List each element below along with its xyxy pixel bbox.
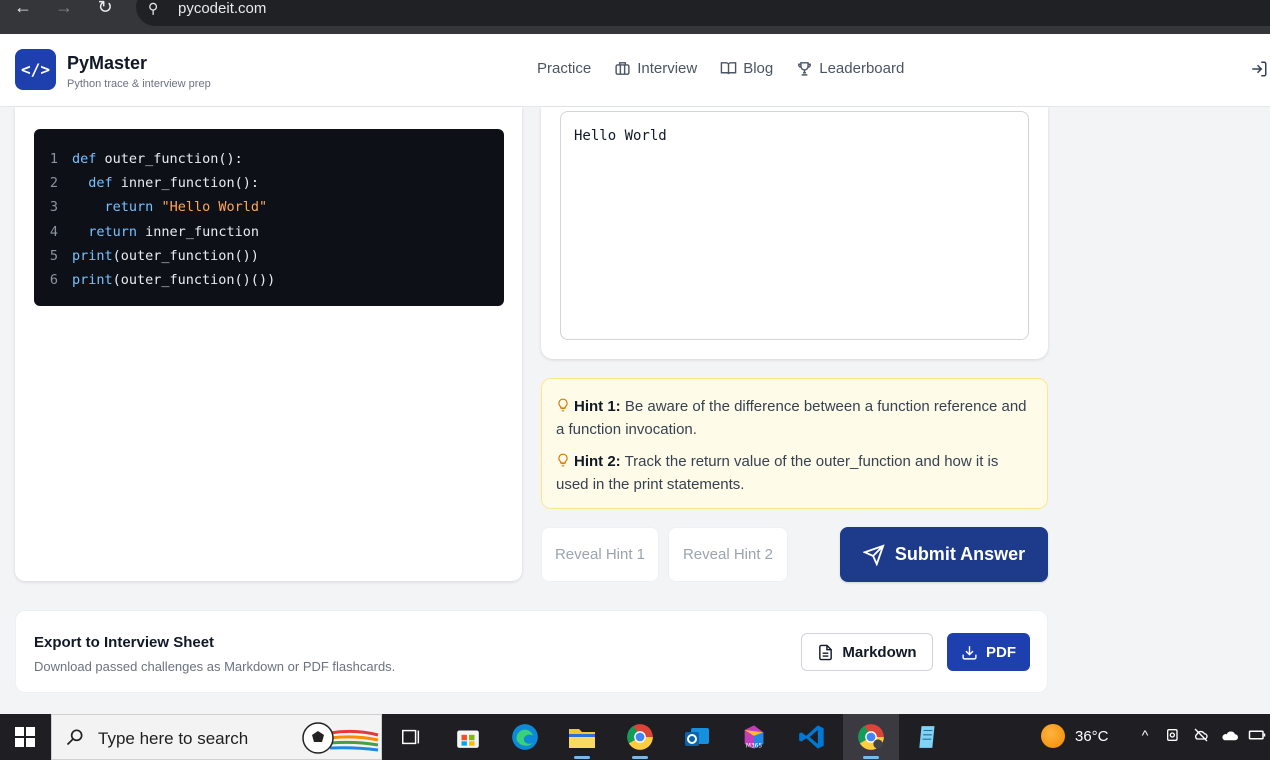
search-placeholder: Type here to search <box>98 729 249 748</box>
line-number: 1 <box>49 151 58 167</box>
site-settings-icon[interactable]: ⚲ <box>148 0 158 17</box>
notepad-icon[interactable] <box>912 721 944 753</box>
cloud-off-icon[interactable] <box>1192 726 1210 744</box>
trophy-icon <box>798 62 812 76</box>
search-icon <box>66 729 83 746</box>
meet-now-icon[interactable] <box>1164 726 1182 744</box>
reveal-hint-2-button[interactable]: Reveal Hint 2 <box>668 527 788 582</box>
vscode-icon[interactable] <box>796 721 828 753</box>
nav-item-leaderboard[interactable]: Leaderboard <box>796 60 904 77</box>
onedrive-icon[interactable] <box>1220 726 1238 744</box>
code-line-text: return "Hello World" <box>104 199 268 216</box>
export-card: Export to Interview Sheet Download passe… <box>15 610 1048 693</box>
file-explorer-icon[interactable] <box>566 721 598 759</box>
nav-item-label: Practice <box>537 60 592 77</box>
arrow-right-icon[interactable]: → <box>51 0 77 20</box>
export-markdown-button[interactable]: Markdown <box>801 633 933 671</box>
svg-text:M365: M365 <box>746 744 762 750</box>
export-subtitle: Download passed challenges as Markdown o… <box>34 659 396 674</box>
pdf-label: PDF <box>986 643 1016 661</box>
line-number: 5 <box>49 247 58 264</box>
code-line-text: print(outer_function()) <box>72 247 259 264</box>
weather-widget[interactable]: 36°C <box>1041 724 1109 748</box>
task-view-icon[interactable] <box>395 721 427 753</box>
code-card: 1 def outer_function(): 2 def inner_func… <box>15 107 522 581</box>
nav-item-blog[interactable]: Blog <box>720 60 773 77</box>
line-number: 6 <box>49 271 58 288</box>
download-icon <box>962 645 977 660</box>
code-line: 4 return inner_function <box>34 220 504 244</box>
code-line-text: print(outer_function()()) <box>72 271 276 288</box>
send-icon <box>862 543 885 566</box>
line-number: 4 <box>49 223 58 240</box>
code-line: 2 def inner_function(): <box>34 171 504 195</box>
windows-taskbar: Type here to search M365 36°C ^ <box>0 714 1270 760</box>
hints-panel: Hint 1: Be aware of the difference betwe… <box>541 378 1048 509</box>
answer-card: Hello World <box>541 107 1048 359</box>
export-pdf-button[interactable]: PDF <box>947 633 1030 671</box>
microsoft-store-icon[interactable] <box>452 721 484 753</box>
hint-text: Track the return value of the outer_func… <box>556 453 999 493</box>
file-text-icon <box>819 644 833 660</box>
reload-icon[interactable]: ↻ <box>92 0 118 20</box>
nav-item-label: Interview <box>637 60 698 77</box>
code-line: 3 return "Hello World" <box>34 195 504 219</box>
main-nav: Practice Interview Blog Leaderboard <box>537 60 927 77</box>
briefcase-icon <box>615 62 630 75</box>
hint-title: Hint 2: <box>574 453 621 470</box>
system-tray: ^ <box>1136 726 1266 744</box>
hint-text: Be aware of the difference between a fun… <box>556 398 1027 438</box>
code-line: 5 print(outer_function()) <box>34 244 504 268</box>
code-line-text: def outer_function(): <box>72 151 243 167</box>
nav-item-label: Leaderboard <box>819 60 905 77</box>
windows-start-icon[interactable] <box>0 714 50 760</box>
code-logo-icon[interactable]: </> <box>15 49 56 90</box>
hint-title: Hint 1: <box>574 398 621 415</box>
code-line: 1 def outer_function(): <box>34 147 504 171</box>
line-number: 2 <box>49 175 58 192</box>
line-number: 3 <box>49 199 58 216</box>
sun-icon <box>1041 724 1065 748</box>
brand-tagline: Python trace & interview prep <box>67 78 211 90</box>
chrome-icon[interactable] <box>624 721 656 759</box>
url-text[interactable]: pycodeit.com <box>178 0 266 17</box>
answer-textarea[interactable]: Hello World <box>560 111 1029 340</box>
code-line-text: def inner_function(): <box>88 175 259 192</box>
browser-toolbar: ← → ↻ ⚲ pycodeit.com <box>0 0 1270 34</box>
chevron-up-icon[interactable]: ^ <box>1136 726 1154 744</box>
book-icon <box>720 62 737 75</box>
temperature-text: 36°C <box>1075 727 1109 745</box>
export-title: Export to Interview Sheet <box>34 634 215 651</box>
code-block: 1 def outer_function(): 2 def inner_func… <box>34 129 504 306</box>
battery-icon[interactable] <box>1248 726 1266 744</box>
brand-name[interactable]: PyMaster <box>67 53 147 74</box>
submit-answer-button[interactable]: Submit Answer <box>840 527 1048 582</box>
app-header: </> PyMaster Python trace & interview pr… <box>0 34 1270 107</box>
hint-1: Hint 1: Be aware of the difference betwe… <box>556 395 1033 441</box>
microsoft-365-icon[interactable]: M365 <box>738 721 770 753</box>
nav-item-label: Blog <box>743 60 774 77</box>
edge-browser-icon[interactable] <box>509 721 541 753</box>
nav-item-interview[interactable]: Interview <box>614 60 697 77</box>
code-line: 6 print(outer_function()()) <box>34 268 504 292</box>
arrow-left-icon[interactable]: ← <box>10 0 36 20</box>
markdown-label: Markdown <box>842 643 917 661</box>
address-bar[interactable]: ⚲ pycodeit.com <box>136 0 1270 26</box>
code-line-text: return inner_function <box>88 223 259 240</box>
submit-label: Submit Answer <box>894 544 1026 564</box>
hint-2: Hint 2: Track the return value of the ou… <box>556 450 1033 496</box>
log-in-icon[interactable] <box>1250 60 1268 78</box>
lightbulb-icon <box>558 453 568 467</box>
lightbulb-icon <box>558 398 568 412</box>
nav-item-practice[interactable]: Practice <box>537 60 591 77</box>
chrome-profile-icon[interactable] <box>855 721 887 759</box>
reveal-hint-1-button[interactable]: Reveal Hint 1 <box>541 527 659 582</box>
soccer-ball-icon <box>302 722 379 754</box>
outlook-icon[interactable] <box>681 721 713 753</box>
taskbar-search-input[interactable]: Type here to search <box>51 714 382 760</box>
